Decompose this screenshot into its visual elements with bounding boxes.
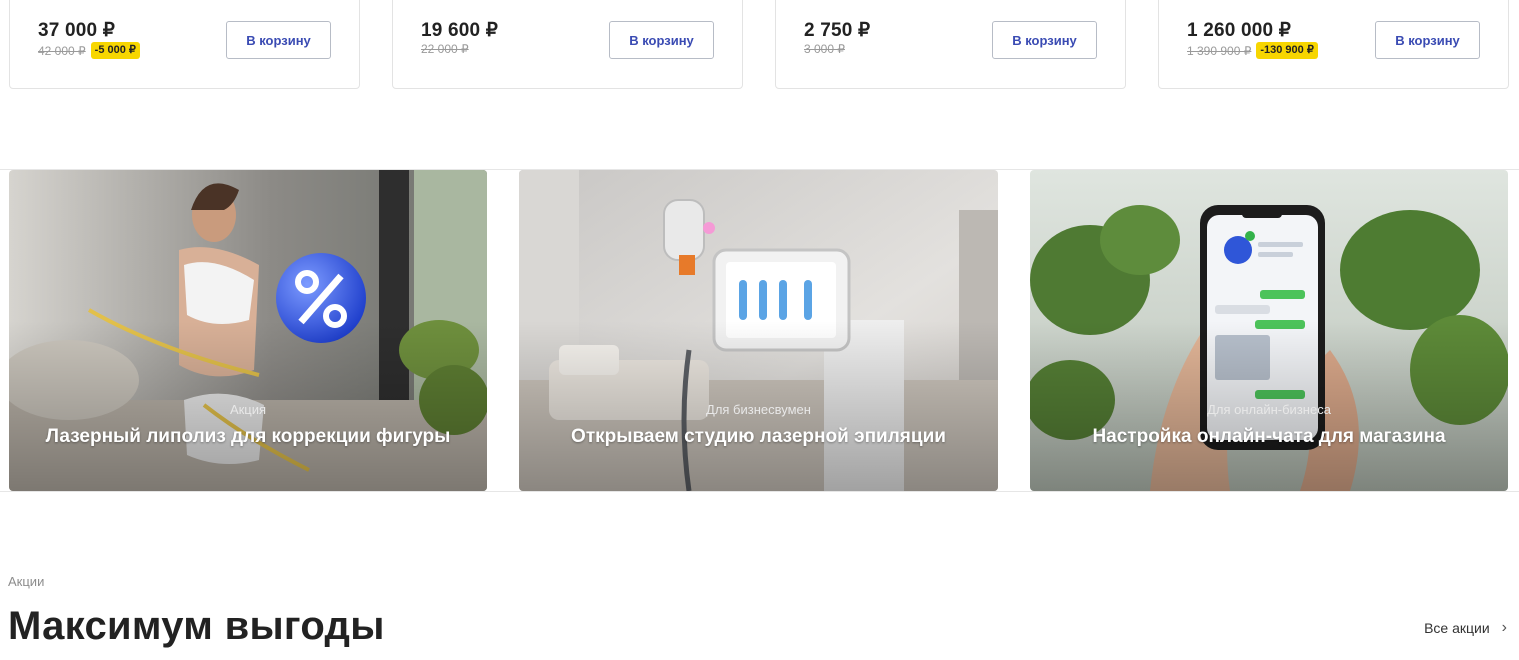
product-old-price: 3 000 ₽ (804, 42, 845, 56)
product-old-price: 42 000 ₽ (38, 43, 86, 58)
divider-bottom (0, 491, 1519, 492)
product-price: 37 000 ₽ (38, 20, 116, 41)
product-card: 37 000 ₽ 42 000 ₽ -5 000 ₽ В корзину (9, 0, 360, 89)
product-price: 1 260 000 ₽ (1187, 20, 1292, 41)
product-price: 2 750 ₽ (804, 20, 871, 41)
all-promotions-link[interactable]: Все акции › (1424, 619, 1507, 637)
banner-title: Настройка онлайн-чата для магазина (1092, 426, 1446, 447)
add-to-cart-button[interactable]: В корзину (1375, 21, 1480, 59)
banner-tag: Для онлайн-бизнеса (1207, 402, 1331, 417)
add-to-cart-button[interactable]: В корзину (609, 21, 714, 59)
section-title: Максимум выгоды (8, 604, 385, 648)
discount-badge: -5 000 ₽ (90, 42, 140, 59)
product-old-price: 1 390 900 ₽ (1187, 43, 1252, 58)
banner-epilation-studio[interactable]: Для бизнесвумен Открываем студию лазерно… (519, 170, 998, 491)
chevron-right-icon: › (1501, 619, 1507, 636)
add-to-cart-button[interactable]: В корзину (992, 21, 1097, 59)
discount-badge: -130 900 ₽ (1256, 42, 1318, 59)
product-old-price: 22 000 ₽ (421, 42, 469, 56)
section-eyebrow: Акции (8, 574, 45, 589)
product-card: 2 750 ₽ 3 000 ₽ В корзину (775, 0, 1126, 89)
banner-title: Лазерный липолиз для коррекции фигуры (45, 426, 451, 447)
price-old-row: 3 000 ₽ (804, 42, 845, 56)
add-to-cart-button[interactable]: В корзину (226, 21, 331, 59)
price-old-row: 1 390 900 ₽ -130 900 ₽ (1187, 42, 1318, 59)
all-promotions-label: Все акции (1424, 620, 1490, 636)
price-old-row: 42 000 ₽ -5 000 ₽ (38, 42, 140, 59)
banner-title: Открываем студию лазерной эпиляции (571, 426, 946, 447)
price-old-row: 22 000 ₽ (421, 42, 469, 56)
product-card: 1 260 000 ₽ 1 390 900 ₽ -130 900 ₽ В кор… (1158, 0, 1509, 89)
banner-tag: Акция (229, 402, 267, 417)
product-card: 19 600 ₽ 22 000 ₽ В корзину (392, 0, 743, 89)
banner-tag: Для бизнесвумен (706, 402, 811, 417)
banner-online-chat[interactable]: Для онлайн-бизнеса Настройка онлайн-чата… (1030, 170, 1508, 491)
banner-lipolysis[interactable]: Акция Лазерный липолиз для коррекции фиг… (9, 170, 487, 491)
product-price: 19 600 ₽ (421, 20, 499, 41)
